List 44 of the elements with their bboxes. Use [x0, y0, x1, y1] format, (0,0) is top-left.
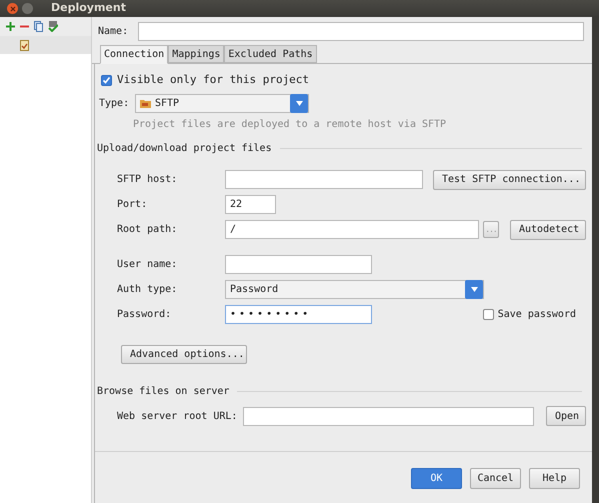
field-label: Name: — [98, 24, 130, 38]
autodetect-button[interactable]: Autodetect — [510, 220, 586, 240]
section-title: Browse files on server — [96, 385, 230, 399]
field-label: Port: — [117, 198, 148, 212]
web-url-field[interactable] — [243, 406, 534, 426]
remove-icon[interactable] — [20, 25, 29, 28]
server-icon[interactable] — [20, 40, 29, 50]
test-connection-button[interactable]: Test SFTP connection... — [433, 170, 586, 190]
section-title: Upload/download project files — [96, 142, 272, 156]
field-label: Web server root URL: — [117, 410, 238, 424]
auth-type-select[interactable]: Password — [225, 280, 484, 299]
name-field[interactable] — [138, 22, 584, 40]
dialog-button[interactable]: OK — [411, 468, 462, 489]
tab[interactable]: Mappings — [168, 45, 224, 63]
field-label: Password: — [117, 308, 172, 322]
tab[interactable]: Connection — [100, 45, 168, 64]
type-hint: Project files are deployed to a remote host via SFTP — [132, 118, 448, 132]
password-field[interactable]: ••••••••• — [225, 305, 372, 324]
copy-icon[interactable] — [34, 21, 43, 32]
field-label: Root path: — [117, 223, 178, 237]
close-icon[interactable] — [7, 3, 18, 14]
host-field[interactable] — [225, 170, 423, 189]
server-check-icon[interactable] — [48, 21, 58, 32]
tab[interactable]: Excluded Paths — [224, 45, 317, 63]
dialog-button[interactable]: Help — [529, 468, 580, 489]
port-field[interactable]: 22 — [225, 195, 276, 214]
save-password-checkbox[interactable] — [482, 309, 494, 320]
field-label: Auth type: — [117, 283, 178, 297]
advanced-options-button[interactable]: Advanced options... — [121, 345, 247, 364]
add-icon[interactable] — [6, 22, 15, 31]
window-title: Deployment — [51, 0, 126, 16]
type-select[interactable]: SFTP — [135, 94, 309, 112]
visible-checkbox[interactable] — [101, 74, 112, 86]
open-button[interactable]: Open — [546, 406, 586, 426]
dialog-button[interactable]: Cancel — [470, 468, 521, 489]
minimize-icon[interactable] — [22, 3, 33, 14]
field-label: Type: — [99, 96, 130, 110]
checkbox-label: Save password — [498, 308, 576, 322]
root-path-field[interactable]: / — [225, 220, 479, 239]
field-label: User name: — [117, 258, 178, 272]
field-label: SFTP host: — [117, 173, 178, 187]
user-name-field[interactable] — [225, 255, 372, 274]
checkbox-label: Visible only for this project — [117, 72, 310, 88]
sftp-icon — [140, 98, 151, 108]
